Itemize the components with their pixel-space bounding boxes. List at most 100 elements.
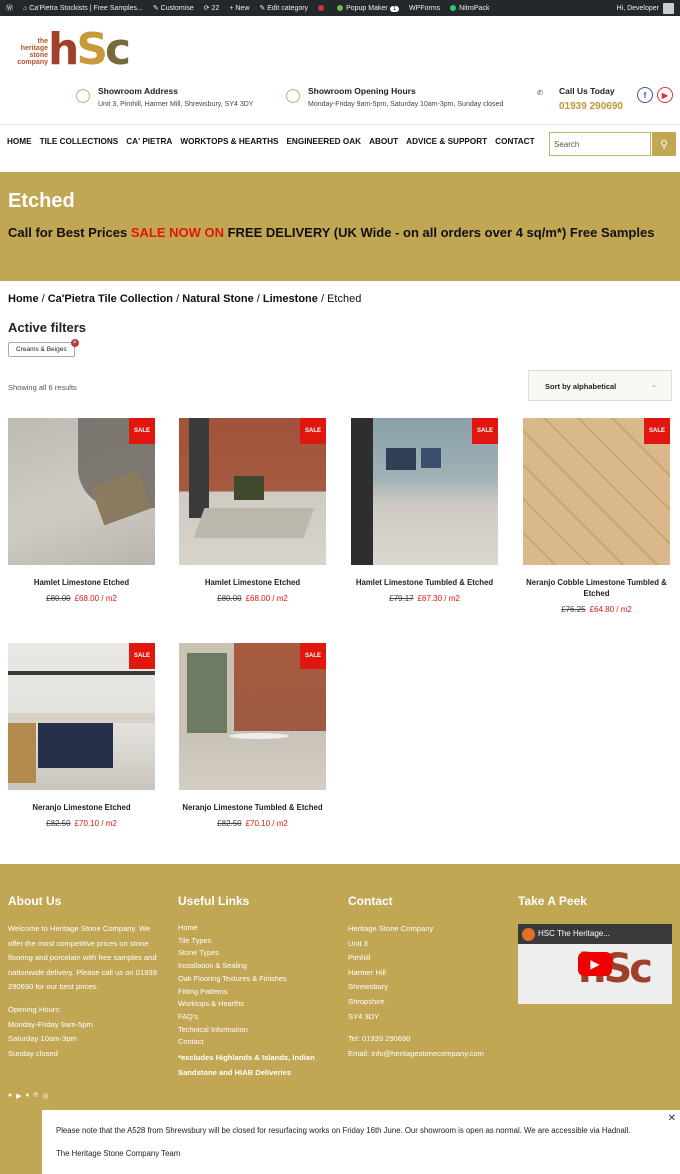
category-banner: Etched Call for Best Prices SALE NOW ON … [0, 172, 680, 281]
active-filters-title: Active filters [8, 320, 87, 335]
footer-link[interactable]: Home [178, 922, 328, 935]
admin-updates-link[interactable]: ⟳ 22 [204, 4, 220, 12]
nav-home[interactable]: HOME [7, 137, 32, 146]
admin-popup-maker-link[interactable]: Popup Maker 1 [337, 5, 400, 12]
breadcrumb-natural-stone[interactable]: Natural Stone [182, 293, 254, 305]
admin-account[interactable]: Hi, Developer [617, 2, 674, 14]
avatar [663, 2, 674, 14]
pinterest-icon[interactable]: ℗ [33, 1092, 38, 1100]
product-price: £76.25 £64.80 / m2 [561, 605, 632, 614]
sale-badge: SALE [300, 418, 326, 444]
instagram-icon[interactable]: ◎ [42, 1092, 48, 1100]
chevron-down-icon: ⌄ [651, 382, 657, 389]
product-name[interactable]: Hamlet Limestone Etched [179, 577, 326, 588]
product-card[interactable]: SALE Hamlet Limestone Etched £80.00 £68.0… [8, 418, 155, 603]
nav-advice[interactable]: ADVICE & SUPPORT [406, 137, 487, 146]
twitter-icon[interactable]: ♦ [26, 1092, 30, 1100]
product-card[interactable]: SALE Neranjo Limestone Etched £82.50 £70.… [8, 643, 155, 828]
footer-link[interactable]: Tile Types [178, 935, 328, 948]
nav-about[interactable]: ABOUT [369, 137, 398, 146]
footer-link[interactable]: Stone Types [178, 947, 328, 960]
wordpress-icon[interactable]: Ⓦ [6, 3, 13, 13]
sale-badge: SALE [129, 418, 155, 444]
logo-mark: hSc [48, 24, 131, 75]
facebook-icon[interactable]: f [637, 87, 653, 103]
product-name[interactable]: Neranjo Limestone Tumbled & Etched [179, 802, 326, 813]
nav-engineered-oak[interactable]: ENGINEERED OAK [286, 137, 361, 146]
filter-chip[interactable]: Creams & Beiges × [8, 339, 79, 357]
footer-link[interactable]: FAQ's [178, 1011, 328, 1024]
divider [0, 124, 680, 125]
remove-filter-icon[interactable]: × [70, 339, 79, 347]
nav-worktops[interactable]: WORKTOPS & HEARTHS [180, 137, 278, 146]
location-pin-icon [76, 89, 90, 103]
product-card[interactable]: SALE Hamlet Limestone Etched £80.00 £68.0… [179, 418, 326, 603]
sale-badge: SALE [129, 643, 155, 669]
delivery-note: *excludes Highlands & Islands, Indian Sa… [178, 1053, 315, 1077]
video-embed[interactable]: HSC The Heritage... hSc ▶ [518, 924, 672, 1004]
channel-avatar [522, 928, 535, 941]
product-image[interactable]: SALE [351, 418, 498, 565]
admin-new-link[interactable]: + New [229, 5, 249, 12]
notice-bar: ✕ Please note that the A528 from Shrewsb… [42, 1110, 680, 1174]
admin-nitropack-link[interactable]: NitroPack [450, 5, 490, 12]
breadcrumb-limestone[interactable]: Limestone [263, 293, 318, 305]
product-image[interactable]: SALE [8, 643, 155, 790]
sort-select[interactable]: Sort by alphabetical ⌄ [528, 370, 672, 401]
admin-site-link[interactable]: ⌂ Ca'Pietra Stockists | Free Samples... [23, 5, 143, 12]
admin-customise-link[interactable]: ✎ Customise [153, 4, 194, 12]
product-card[interactable]: SALE Neranjo Cobble Limestone Tumbled & … [523, 418, 670, 614]
product-image[interactable]: SALE [179, 418, 326, 565]
footer-link[interactable]: Worktops & Hearths [178, 998, 328, 1011]
product-price: £82.50 £70.10 / m2 [217, 819, 288, 828]
admin-wpforms-link[interactable]: WPForms [409, 5, 440, 12]
footer-social: ● ▶ ♦ ℗ ◎ [8, 1092, 48, 1100]
footer-peek: Take A Peek [518, 894, 587, 908]
product-name[interactable]: Neranjo Cobble Limestone Tumbled & Etche… [523, 577, 670, 599]
search-button[interactable]: ⚲ [652, 132, 676, 156]
clock-icon [286, 89, 300, 103]
product-price: £80.00 £68.00 / m2 [46, 594, 117, 603]
breadcrumb-home[interactable]: Home [8, 293, 39, 305]
site-logo[interactable]: the heritage stone company hSc [12, 26, 131, 76]
breadcrumb: Home / Ca'Pietra Tile Collection / Natur… [8, 293, 362, 305]
product-name[interactable]: Hamlet Limestone Tumbled & Etched [351, 577, 498, 588]
footer-link[interactable]: Technical Information [178, 1024, 328, 1037]
nav-ca-pietra[interactable]: CA' PIETRA [126, 137, 172, 146]
main-nav: HOME TILE COLLECTIONS CA' PIETRA WORKTOP… [7, 137, 535, 146]
phone-icon: ✆ [537, 90, 543, 97]
sale-badge: SALE [472, 418, 498, 444]
product-name[interactable]: Hamlet Limestone Etched [8, 577, 155, 588]
phone-link[interactable]: 01939 290690 [559, 101, 623, 112]
product-price: £82.50 £70.10 / m2 [46, 819, 117, 828]
product-image[interactable]: SALE [523, 418, 670, 565]
footer-email[interactable]: Email: info@heritagestonecompany.com [348, 1047, 508, 1062]
footer-link[interactable]: Contact [178, 1036, 328, 1049]
nav-tile-collections[interactable]: TILE COLLECTIONS [40, 137, 119, 146]
results-count: Showing all 6 results [8, 383, 77, 392]
footer-phone[interactable]: Tel: 01939 290690 [348, 1032, 508, 1047]
product-name[interactable]: Neranjo Limestone Etched [8, 802, 155, 813]
product-image[interactable]: SALE [179, 643, 326, 790]
play-icon[interactable]: ▶ [578, 952, 612, 976]
product-image[interactable]: SALE [8, 418, 155, 565]
close-icon[interactable]: ✕ [668, 1113, 676, 1124]
github-icon[interactable]: ● [8, 1092, 12, 1100]
nav-contact[interactable]: CONTACT [495, 137, 534, 146]
page-title: Etched [8, 190, 75, 212]
search-icon: ⚲ [659, 138, 669, 151]
showroom-address: Showroom Address Unit 3, Pimhill, Harmer … [76, 86, 253, 108]
status-dot-icon [318, 4, 327, 12]
footer-link[interactable]: Installation & Sealing [178, 960, 328, 973]
breadcrumb-tile-collection[interactable]: Ca'Pietra Tile Collection [48, 293, 173, 305]
search-input[interactable]: Search [549, 132, 651, 156]
footer-link[interactable]: Oak Flooring Textures & Finishes [178, 973, 328, 986]
youtube-icon[interactable]: ▶ [657, 87, 673, 103]
product-card[interactable]: SALE Hamlet Limestone Tumbled & Etched £… [351, 418, 498, 603]
product-card[interactable]: SALE Neranjo Limestone Tumbled & Etched … [179, 643, 326, 828]
footer-link[interactable]: Fitting Patterns [178, 986, 328, 999]
product-price: £79.17 £67.30 / m2 [389, 594, 460, 603]
youtube-icon[interactable]: ▶ [16, 1092, 21, 1100]
admin-edit-category-link[interactable]: ✎ Edit category [259, 4, 308, 12]
footer-about: About Us Welcome to Heritage Stone Compa… [8, 894, 157, 1058]
